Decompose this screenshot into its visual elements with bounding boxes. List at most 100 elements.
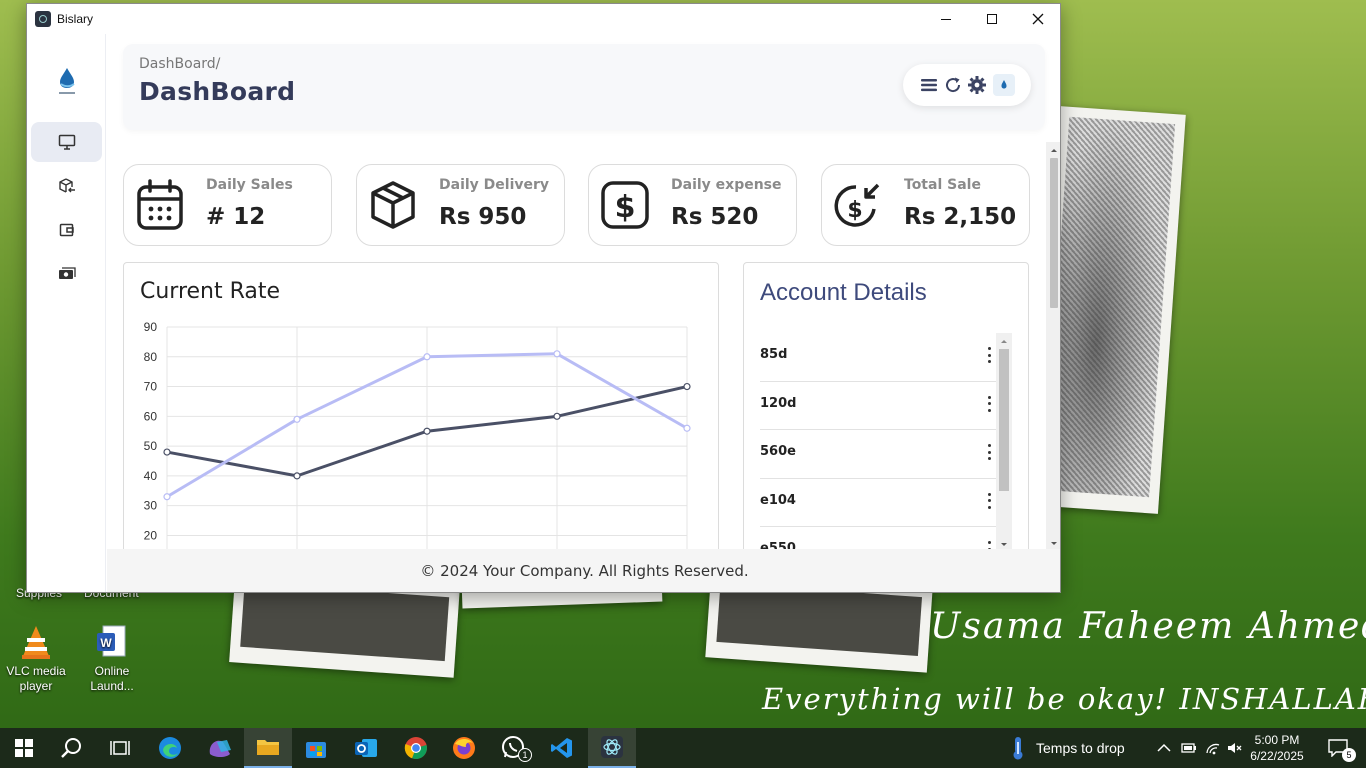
data-point [163, 493, 171, 501]
scroll-up-icon [1001, 340, 1007, 343]
battery-icon [1181, 743, 1196, 753]
account-list-scrollbar[interactable] [996, 333, 1012, 553]
calendar-icon [136, 179, 184, 231]
account-details-title: Account Details [760, 279, 927, 306]
edge-icon [159, 737, 181, 759]
y-tick-label: 30 [144, 499, 158, 513]
monitor-icon [58, 134, 75, 150]
menu-button[interactable] [919, 75, 939, 95]
chevron-up-icon [1157, 743, 1171, 752]
breadcrumb[interactable]: DashBoard/ [139, 56, 220, 72]
taskbar-clock[interactable]: 5:00 PM 6/22/2025 [1244, 732, 1310, 764]
list-item[interactable]: 120d [760, 382, 996, 431]
svg-text:W: W [100, 636, 112, 650]
settings-button[interactable] [967, 75, 987, 95]
footer: © 2024 Your Company. All Rights Reserved… [107, 549, 1060, 592]
y-tick-label: 40 [144, 469, 158, 483]
thermometer-icon [1013, 737, 1023, 760]
y-tick-label: 60 [144, 409, 158, 423]
clock-time: 5:00 PM [1254, 733, 1300, 747]
sidebar-item-dashboard[interactable] [31, 122, 102, 162]
notification-center-button[interactable]: 5 [1318, 728, 1358, 768]
stat-value: Rs 950 [439, 204, 527, 230]
data-point [553, 412, 561, 420]
main-content: DashBoard/ DashBoard Daily Sales # 12 Da… [107, 34, 1060, 592]
firefox-icon [453, 737, 475, 759]
volume-indicator[interactable] [1224, 728, 1246, 768]
task-view-button[interactable] [96, 728, 144, 768]
close-icon [1032, 13, 1044, 25]
taskbar-edge[interactable] [146, 728, 194, 768]
wifi-icon [1206, 743, 1220, 755]
taskbar-bislary-app[interactable] [588, 728, 636, 768]
rate-chart: 908070605040302010 [144, 320, 691, 565]
list-item[interactable]: 85d [760, 333, 996, 382]
tray-overflow-button[interactable] [1152, 728, 1176, 768]
account-list-scroll-thumb[interactable] [999, 349, 1009, 491]
chrome-icon [404, 737, 427, 760]
taskbar-firefox[interactable] [440, 728, 488, 768]
search-button[interactable] [48, 728, 96, 768]
page-title: DashBoard [139, 77, 296, 106]
desktop-icon-vlc[interactable]: VLC media player [0, 624, 72, 694]
account-name: 85d [760, 347, 788, 362]
package-icon [369, 179, 417, 231]
data-point [293, 415, 301, 423]
more-options-icon[interactable] [982, 491, 996, 511]
y-tick-label: 80 [144, 350, 158, 364]
desktop-icon-word-doc-label: Online Laund... [90, 664, 134, 693]
account-name: 560e [760, 444, 796, 460]
data-point [163, 448, 171, 456]
y-tick-label: 20 [144, 528, 158, 542]
stat-value: Rs 2,150 [904, 204, 1017, 230]
taskbar-vscode[interactable] [538, 728, 586, 768]
data-point [293, 472, 301, 480]
minimize-button[interactable] [923, 4, 969, 34]
taskbar-whatsapp[interactable]: 1 [490, 728, 538, 768]
app-icon [35, 11, 51, 27]
taskbar-store[interactable] [292, 728, 340, 768]
data-point [423, 353, 431, 361]
minimize-icon [941, 18, 951, 20]
header-card: DashBoard/ DashBoard [123, 44, 1045, 130]
profile-avatar[interactable] [993, 74, 1015, 96]
main-scroll-thumb[interactable] [1050, 158, 1058, 308]
brand-logo-small [1001, 80, 1007, 89]
list-item[interactable]: 560e [760, 430, 996, 479]
search-icon [61, 738, 81, 758]
sidebar-item-wallet[interactable] [31, 210, 102, 250]
refresh-icon [946, 77, 961, 93]
data-point [683, 424, 691, 432]
weather-widget[interactable]: Temps to drop [1010, 728, 1140, 768]
more-options-icon[interactable] [982, 394, 996, 414]
stat-card-daily-sales: Daily Sales # 12 [123, 164, 332, 246]
list-item[interactable]: e104 [760, 479, 996, 528]
sidebar-item-cash[interactable] [31, 254, 102, 294]
sidebar-item-returns[interactable] [31, 166, 102, 206]
electron-app-icon [601, 736, 623, 758]
battery-indicator[interactable] [1178, 728, 1200, 768]
maximize-button[interactable] [969, 4, 1015, 34]
start-button[interactable] [0, 728, 48, 768]
signature-line-1: Usama Faheem Ahmed [930, 606, 1366, 647]
more-options-icon[interactable] [982, 442, 996, 462]
title-bar[interactable]: Bislary [27, 4, 1060, 34]
close-button[interactable] [1015, 4, 1060, 34]
taskbar-chrome[interactable] [392, 728, 440, 768]
taskbar-file-explorer[interactable] [244, 728, 292, 768]
data-point [423, 427, 431, 435]
stat-label: Daily Delivery [439, 177, 550, 193]
refresh-button[interactable] [943, 75, 963, 95]
main-scrollbar[interactable] [1046, 142, 1060, 552]
stat-label: Daily Sales [206, 177, 293, 193]
stat-value: # 12 [206, 204, 266, 230]
header-toolbar [903, 64, 1031, 106]
network-indicator[interactable] [1202, 728, 1224, 768]
store-icon [306, 742, 326, 758]
taskbar-outlook[interactable] [342, 728, 390, 768]
maximize-icon [987, 14, 997, 24]
desktop-icon-word-doc[interactable]: W Online Laund... [76, 624, 148, 694]
taskbar-m365[interactable] [196, 728, 244, 768]
more-options-icon[interactable] [982, 345, 996, 365]
notification-badge: 5 [1342, 748, 1356, 762]
